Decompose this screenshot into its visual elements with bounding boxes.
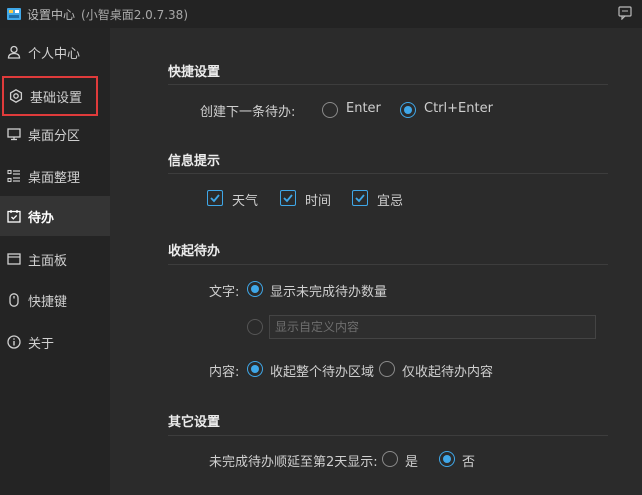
section-title-notify: 信息提示: [168, 154, 221, 169]
divider: [168, 173, 608, 174]
checkbox-weather-label[interactable]: 天气: [232, 190, 258, 209]
check-icon: [355, 194, 365, 203]
create-next-label: 创建下一条待办:: [200, 105, 296, 120]
radio-collapse-all[interactable]: [247, 361, 263, 377]
sidebar-item-label: 桌面整理: [28, 170, 81, 186]
sidebar-item-profile[interactable]: 个人中心: [0, 32, 110, 72]
checkbox-weather[interactable]: [207, 190, 223, 206]
checkbox-time[interactable]: [280, 190, 296, 206]
radio-custom-text[interactable]: [247, 319, 263, 335]
radio-ctrl-enter-label[interactable]: Ctrl+Enter: [424, 101, 493, 116]
radio-enter-label[interactable]: Enter: [346, 101, 381, 116]
radio-ctrl-enter[interactable]: [400, 102, 416, 118]
sidebar-item-label: 关于: [28, 336, 55, 352]
feedback-icon[interactable]: [618, 6, 632, 20]
settings-icon: [9, 89, 23, 103]
panel-icon: [7, 253, 21, 265]
radio-collapse-content[interactable]: [379, 361, 395, 377]
sidebar-item-about[interactable]: 关于: [0, 322, 110, 362]
sidebar-item-main-panel[interactable]: 主面板: [0, 239, 110, 279]
radio-postpone-no[interactable]: [439, 451, 455, 467]
info-icon: [7, 335, 21, 349]
version-text: (小智桌面2.0.7.38): [81, 8, 188, 22]
divider: [168, 84, 608, 85]
monitor-icon: [7, 128, 21, 141]
sidebar-item-label: 桌面分区: [28, 128, 81, 144]
radio-postpone-yes-label[interactable]: 是: [405, 451, 418, 470]
sidebar-item-label: 待办: [28, 210, 55, 226]
radio-postpone-yes[interactable]: [382, 451, 398, 467]
sidebar-item-hotkeys[interactable]: 快捷键: [0, 280, 110, 320]
app-logo-icon: [7, 8, 21, 20]
checkbox-proverb[interactable]: [352, 190, 368, 206]
radio-enter[interactable]: [322, 102, 338, 118]
divider: [168, 435, 608, 436]
sidebar-item-todo[interactable]: 待办: [0, 196, 110, 236]
radio-collapse-content-label[interactable]: 仅收起待办内容: [402, 361, 493, 380]
settings-content: 快捷设置 创建下一条待办: Enter Ctrl+Enter 信息提示 天气 时…: [110, 28, 642, 495]
sidebar-item-label: 快捷键: [28, 294, 68, 310]
radio-show-count[interactable]: [247, 281, 263, 297]
settings-window: 设置中心 (小智桌面2.0.7.38) 个人中心 基础设置 桌面分区 桌面整理 …: [0, 0, 642, 495]
text-label: 文字:: [209, 285, 240, 300]
radio-collapse-all-label[interactable]: 收起整个待办区域: [270, 361, 374, 380]
sidebar: 个人中心 基础设置 桌面分区 桌面整理 待办 主面板 快捷键 关于: [0, 28, 110, 495]
sidebar-item-label: 个人中心: [28, 46, 81, 62]
sidebar-item-desktop-organize[interactable]: 桌面整理: [0, 156, 110, 196]
postpone-label: 未完成待办顺延至第2天显示:: [209, 455, 378, 470]
sidebar-item-desktop-zones[interactable]: 桌面分区: [0, 114, 110, 154]
check-icon: [210, 194, 220, 203]
radio-postpone-no-label[interactable]: 否: [462, 451, 475, 470]
divider: [168, 264, 608, 265]
sidebar-item-basic-settings[interactable]: 基础设置: [2, 76, 98, 116]
section-title-quick: 快捷设置: [168, 65, 221, 80]
content-label: 内容:: [209, 365, 240, 380]
sidebar-item-label: 基础设置: [30, 90, 83, 106]
check-icon: [283, 194, 293, 203]
window-title-text: 设置中心: [27, 8, 76, 22]
title-bar: 设置中心 (小智桌面2.0.7.38): [0, 0, 642, 28]
checkbox-time-label[interactable]: 时间: [305, 190, 331, 209]
section-title-other: 其它设置: [168, 415, 221, 430]
calendar-icon: [7, 210, 21, 223]
mouse-icon: [9, 293, 19, 307]
section-title-collapse: 收起待办: [168, 244, 221, 259]
window-title: 设置中心 (小智桌面2.0.7.38): [27, 6, 188, 23]
list-icon: [7, 169, 20, 183]
sidebar-item-label: 主面板: [28, 253, 68, 269]
radio-show-count-label[interactable]: 显示未完成待办数量: [270, 281, 387, 300]
checkbox-proverb-label[interactable]: 宜忌: [377, 190, 403, 209]
custom-text-input[interactable]: [269, 315, 596, 339]
user-icon: [7, 45, 21, 59]
